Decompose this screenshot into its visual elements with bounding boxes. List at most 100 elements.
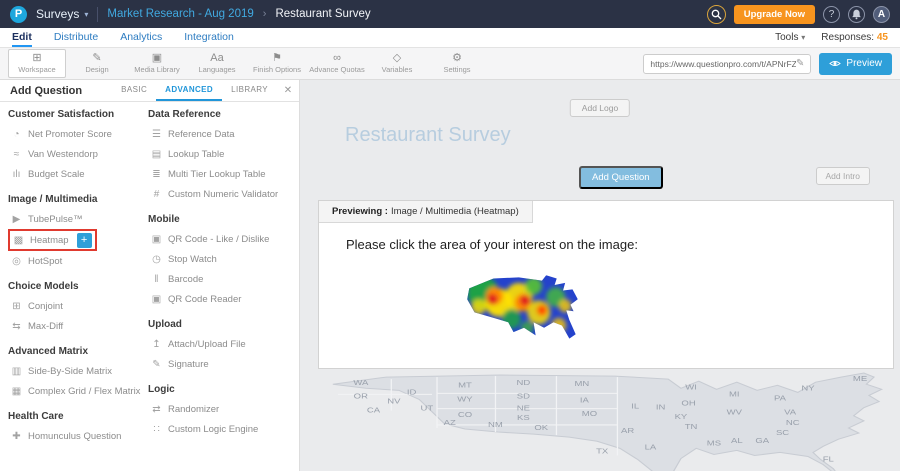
state-label-ks: KS: [517, 413, 530, 422]
eye-icon: [829, 59, 841, 68]
responses-counter[interactable]: Responses: 45: [821, 32, 888, 43]
languages-icon: Aa: [210, 53, 223, 64]
state-label-wa: WA: [353, 378, 368, 387]
state-label-mi: MI: [729, 389, 740, 398]
state-label-id: ID: [407, 387, 417, 396]
stopwatch-icon: ◷: [150, 254, 163, 265]
help-button[interactable]: ?: [823, 6, 840, 23]
nps-gauge-icon: ◔: [10, 129, 23, 140]
survey-url-input[interactable]: https://www.questionpro.com/t/APNrFZ ✎: [643, 54, 811, 74]
question-type-reference-data[interactable]: ☰Reference Data: [148, 124, 291, 144]
question-type-conjoint[interactable]: ⊞Conjoint: [8, 296, 148, 316]
question-type-custom-numeric-validator[interactable]: #Custom Numeric Validator: [148, 184, 291, 204]
question-type-randomizer[interactable]: ⇄Randomizer: [148, 399, 291, 419]
state-label-mo: MO: [582, 409, 598, 418]
question-type-lookup-table[interactable]: ▤Lookup Table: [148, 144, 291, 164]
notifications-button[interactable]: [848, 6, 865, 23]
complex-grid-icon: ▦: [10, 386, 23, 397]
tools-menu[interactable]: Tools ▾: [775, 32, 805, 43]
panel-col-2: Data Reference☰Reference Data▤Lookup Tab…: [148, 106, 291, 471]
breadcrumb-project[interactable]: Market Research - Aug 2019: [107, 8, 253, 20]
state-label-ar: AR: [621, 426, 634, 435]
question-type-signature[interactable]: ✎Signature: [148, 354, 291, 374]
question-type-stop-watch[interactable]: ◷Stop Watch: [148, 249, 291, 269]
close-panel-button[interactable]: ✕: [277, 80, 299, 101]
workspace-grid-icon: ⊞: [32, 53, 41, 64]
design-pencil-icon: ✎: [92, 53, 101, 64]
state-label-wv: WV: [727, 408, 743, 417]
toolbar-item-settings[interactable]: ⚙Settings: [428, 49, 486, 78]
question-type-homunculus-question[interactable]: ✚Homunculus Question: [8, 426, 148, 446]
question-type-hotspot[interactable]: ◎HotSpot: [8, 251, 148, 271]
video-play-icon: ▶: [10, 214, 23, 225]
state-label-wi: WI: [685, 382, 697, 391]
state-label-mn: MN: [574, 379, 589, 388]
previewing-header: Previewing : Image / Multimedia (Heatmap…: [319, 201, 533, 223]
questionpro-logo[interactable]: P: [10, 6, 27, 23]
finish-options-flag-icon: ⚑: [272, 53, 282, 64]
toolbar-item-design[interactable]: ✎Design: [68, 49, 126, 78]
responses-label: Responses:: [821, 32, 874, 43]
panel-tab-basic[interactable]: BASIC: [112, 80, 156, 101]
state-label-or: OR: [354, 391, 368, 400]
toolbar-item-advance-quotas[interactable]: ∞Advance Quotas: [308, 49, 366, 78]
add-heatmap-plus-button[interactable]: +: [77, 233, 92, 248]
question-type-tubepulse[interactable]: ▶TubePulse™: [8, 209, 148, 229]
qr-code-like-icon: ▣: [150, 234, 163, 245]
toolbar-item-workspace[interactable]: ⊞Workspace: [8, 49, 66, 78]
hotspot-target-icon: ◎: [10, 256, 23, 267]
section-upload: Upload: [148, 319, 291, 330]
toolbar-item-languages[interactable]: AaLanguages: [188, 49, 246, 78]
tab-edit[interactable]: Edit: [12, 28, 32, 47]
editor-toolbar: ⊞Workspace✎Design▣Media LibraryAaLanguag…: [0, 48, 900, 80]
randomizer-shuffle-icon: ⇄: [150, 404, 163, 415]
state-label-pa: PA: [774, 393, 786, 402]
question-type-max-diff[interactable]: ⇆Max-Diff: [8, 316, 148, 336]
question-type-custom-logic-engine[interactable]: ∷Custom Logic Engine: [148, 419, 291, 439]
lookup-table-icon: ▤: [150, 149, 163, 160]
user-avatar[interactable]: A: [873, 6, 890, 23]
question-type-barcode[interactable]: ‖Barcode: [148, 269, 291, 289]
tools-label: Tools: [775, 32, 798, 43]
tab-analytics[interactable]: Analytics: [120, 28, 162, 47]
van-westendorp-curve-icon: ≈: [10, 149, 23, 160]
surveys-menu[interactable]: Surveys ▾: [36, 7, 88, 21]
state-label-la: LA: [645, 442, 657, 451]
tab-distribute[interactable]: Distribute: [54, 28, 98, 47]
question-type-qr-code-like-dislike[interactable]: ▣QR Code - Like / Dislike: [148, 229, 291, 249]
top-bar: P Surveys ▾ Market Research - Aug 2019 ›…: [0, 0, 900, 28]
edit-url-pencil-icon[interactable]: ✎: [796, 58, 804, 69]
add-logo-button[interactable]: Add Logo: [570, 99, 630, 117]
panel-tab-advanced[interactable]: ADVANCED: [156, 80, 222, 101]
toolbar-item-media-library[interactable]: ▣Media Library: [128, 49, 186, 78]
question-type-qr-code-reader[interactable]: ▣QR Code Reader: [148, 289, 291, 309]
question-type-net-promoter-score[interactable]: ◔Net Promoter Score: [8, 124, 148, 144]
question-type-van-westendorp[interactable]: ≈Van Westendorp: [8, 144, 148, 164]
panel-tab-library[interactable]: LIBRARY: [222, 80, 277, 101]
question-type-budget-scale[interactable]: ılıBudget Scale: [8, 164, 148, 184]
variables-tag-icon: ◇: [393, 53, 401, 64]
state-label-wy: WY: [457, 394, 473, 403]
heatmap-image[interactable]: [464, 273, 582, 348]
toolbar-item-finish-options[interactable]: ⚑Finish Options: [248, 49, 306, 78]
toolbar-item-variables[interactable]: ◇Variables: [368, 49, 426, 78]
question-type-complex-grid-flex-matrix[interactable]: ▦Complex Grid / Flex Matrix: [8, 381, 148, 401]
advance-quotas-chain-icon: ∞: [333, 53, 341, 64]
tab-integration[interactable]: Integration: [184, 28, 234, 47]
panel-title: Add Question: [10, 80, 82, 101]
main-area: Add Question BASICADVANCEDLIBRARY ✕ Cust…: [0, 80, 900, 471]
us-map-image[interactable]: WAORCANVIDUTAZMTWYCONMNDSDNEKSOKTXMNIAMO…: [310, 372, 890, 471]
question-type-multi-tier-lookup-table[interactable]: ≣Multi Tier Lookup Table: [148, 164, 291, 184]
previewing-label: Previewing :: [332, 206, 388, 217]
question-type-side-by-side-matrix[interactable]: ▥Side-By-Side Matrix: [8, 361, 148, 381]
question-preview-card: Previewing : Image / Multimedia (Heatmap…: [318, 200, 894, 369]
section-advanced-matrix: Advanced Matrix: [8, 346, 148, 357]
question-type-heatmap[interactable]: ▩Heatmap+: [8, 229, 97, 251]
search-button[interactable]: [707, 5, 726, 24]
question-type-attach-upload-file[interactable]: ↥Attach/Upload File: [148, 334, 291, 354]
add-question-button[interactable]: Add Question: [579, 166, 663, 189]
budget-scale-bars-icon: ılı: [10, 169, 23, 180]
upgrade-now-button[interactable]: Upgrade Now: [734, 5, 815, 24]
preview-button[interactable]: Preview: [819, 53, 892, 75]
add-intro-button[interactable]: Add Intro: [816, 167, 871, 185]
